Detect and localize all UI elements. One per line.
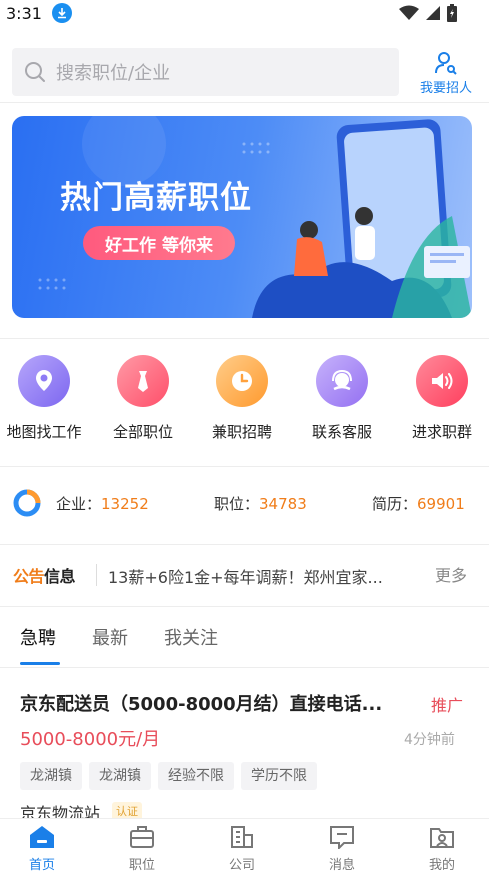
divider	[0, 667, 489, 668]
quick-part-time[interactable]: 兼职招聘	[194, 355, 290, 442]
job-tabs: 急聘 最新 我关注	[0, 620, 489, 666]
quick-all-positions[interactable]: 全部职位	[95, 355, 191, 442]
banner-title: 热门高薪职位	[60, 180, 252, 216]
wifi-icon	[399, 5, 419, 20]
nav-home[interactable]: 首页	[2, 819, 82, 882]
status-bar: 3:31	[0, 0, 489, 26]
verified-badge: 认证	[112, 802, 142, 818]
job-tag: 龙湖镇	[89, 762, 151, 790]
clock-icon	[216, 355, 268, 407]
notice-separator	[96, 564, 97, 586]
signal-icon	[426, 6, 440, 20]
message-icon	[328, 823, 356, 851]
bottom-nav: 首页 职位 公司 消息 我的	[0, 818, 489, 882]
platform-stats: 企业：13252 职位：34783 简历：69901	[0, 484, 489, 522]
tab-latest[interactable]: 最新	[92, 624, 128, 650]
building-icon	[228, 823, 256, 851]
recruit-label: 我要招人	[419, 80, 472, 96]
job-title: 京东配送员（5000-8000月结）直接电话...	[20, 694, 383, 715]
quick-label: 进求职群	[411, 423, 472, 441]
quick-actions: 地图找工作 全部职位 兼职招聘 联系客服 进求职群	[0, 355, 489, 447]
quick-map-job[interactable]: 地图找工作	[0, 355, 92, 442]
speaker-icon	[416, 355, 468, 407]
nav-label: 公司	[228, 858, 255, 873]
quick-label: 全部职位	[112, 423, 173, 441]
notice-bar[interactable]: 公告信息 13薪+6险1金+每年调薪！郑州宜家... 更多	[0, 556, 489, 594]
nav-label: 职位	[128, 858, 155, 873]
tie-icon	[117, 355, 169, 407]
job-salary: 5000-8000元/月	[20, 729, 161, 750]
battery-icon	[447, 4, 457, 22]
notice-more-link[interactable]: 更多	[435, 562, 467, 586]
status-time: 3:31	[6, 3, 42, 23]
divider	[0, 102, 489, 103]
stat-resume: 简历：69901	[372, 495, 465, 513]
quick-label: 兼职招聘	[211, 423, 272, 441]
nav-positions[interactable]: 职位	[102, 819, 182, 882]
promo-badge: 推广	[431, 696, 464, 715]
nav-label: 消息	[328, 858, 355, 873]
job-tags: 龙湖镇 龙湖镇 经验不限 学历不限	[20, 762, 317, 790]
search-input[interactable]: 搜索职位/企业	[12, 48, 399, 96]
download-icon	[51, 3, 72, 23]
nav-profile[interactable]: 我的	[402, 819, 482, 882]
nav-companies[interactable]: 公司	[202, 819, 282, 882]
job-tag: 经验不限	[158, 762, 234, 790]
divider	[0, 338, 489, 339]
divider	[0, 544, 489, 545]
tab-following[interactable]: 我关注	[164, 624, 218, 650]
stat-company: 企业：13252	[56, 495, 149, 513]
quick-label: 联系客服	[311, 423, 372, 441]
support-agent-icon	[316, 355, 368, 407]
nav-label: 首页	[28, 858, 55, 873]
notice-text[interactable]: 13薪+6险1金+每年调薪！郑州宜家...	[108, 564, 383, 588]
stat-position: 职位：34783	[214, 495, 307, 513]
job-card[interactable]: 京东配送员（5000-8000月结）直接电话... 推广 5000-8000元/…	[0, 688, 489, 818]
divider	[0, 606, 489, 607]
banner-illustration	[38, 116, 472, 318]
quick-label: 地图找工作	[6, 423, 82, 441]
person-search-icon	[435, 51, 457, 75]
search-placeholder: 搜索职位/企业	[56, 63, 171, 84]
promo-banner[interactable]: 热门高薪职位 好工作 等你来	[12, 116, 472, 318]
job-tag: 学历不限	[241, 762, 317, 790]
nav-label: 我的	[428, 858, 455, 873]
search-row: 搜索职位/企业 我要招人	[0, 46, 489, 100]
job-company: 京东物流站	[20, 804, 101, 818]
banner-pill: 好工作 等你来	[83, 226, 235, 260]
search-icon	[25, 62, 45, 82]
quick-join-group[interactable]: 进求职群	[394, 355, 489, 442]
recruit-button[interactable]: 我要招人	[412, 46, 480, 100]
home-icon	[28, 823, 56, 851]
stats-ring-icon	[13, 489, 41, 517]
job-posted-time: 4分钟前	[404, 732, 455, 748]
briefcase-icon	[128, 823, 156, 851]
divider	[0, 466, 489, 467]
quick-contact-support[interactable]: 联系客服	[294, 355, 390, 442]
profile-icon	[428, 823, 456, 851]
map-pin-icon	[18, 355, 70, 407]
tab-underline	[20, 662, 60, 665]
notice-brand: 公告信息	[13, 567, 76, 586]
nav-messages[interactable]: 消息	[302, 819, 382, 882]
job-tag: 龙湖镇	[20, 762, 82, 790]
tab-urgent[interactable]: 急聘	[20, 624, 56, 650]
